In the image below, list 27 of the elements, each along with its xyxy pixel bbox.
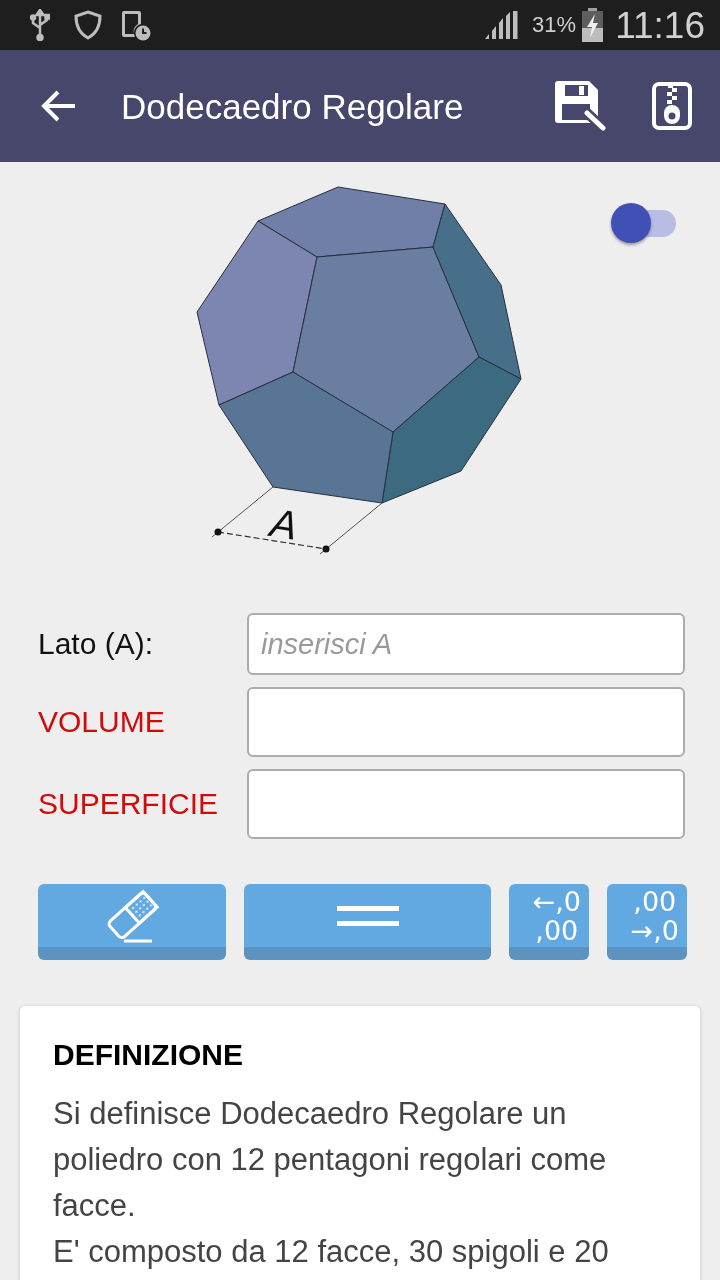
edge-label: A (267, 500, 301, 548)
clear-button[interactable] (38, 884, 226, 960)
battery-percent: 31% (532, 14, 577, 36)
result-field[interactable] (247, 769, 685, 839)
phone-clock-icon (121, 9, 151, 41)
toggle-switch[interactable] (611, 203, 677, 243)
card-title: DEFINIZIONE (53, 1038, 244, 1072)
decimals-button[interactable]: ,00 →,0 (607, 884, 687, 960)
zipper-document-icon (652, 82, 692, 130)
field-label: VOLUME (38, 704, 166, 740)
shield-icon (74, 10, 102, 40)
equals-button[interactable] (244, 884, 491, 960)
field-label: Lato (A): (38, 626, 155, 662)
field-label: SUPERFICIE (38, 786, 220, 822)
clock-time: 11:16 (615, 6, 705, 44)
decimals-button[interactable]: ←,0 ,00 (509, 884, 589, 960)
definition-text: Si definisce Dodecaedro Regolare un poliedro con 12 pentagoni regolari come facce. (53, 1095, 608, 1225)
usb-icon (30, 9, 50, 41)
back-arrow-icon (40, 89, 75, 123)
screen-title: Dodecaedro Regolare (121, 88, 464, 124)
equals-icon (336, 905, 399, 926)
floppy-disk-icon (555, 81, 607, 131)
result-field[interactable] (247, 687, 685, 757)
signal-icon (484, 11, 519, 39)
definition-text: E' composto da 12 facce, 30 spigoli e 20 (53, 1233, 610, 1271)
input-field[interactable]: inserisci A (247, 613, 685, 675)
battery-charging-icon (582, 8, 604, 42)
